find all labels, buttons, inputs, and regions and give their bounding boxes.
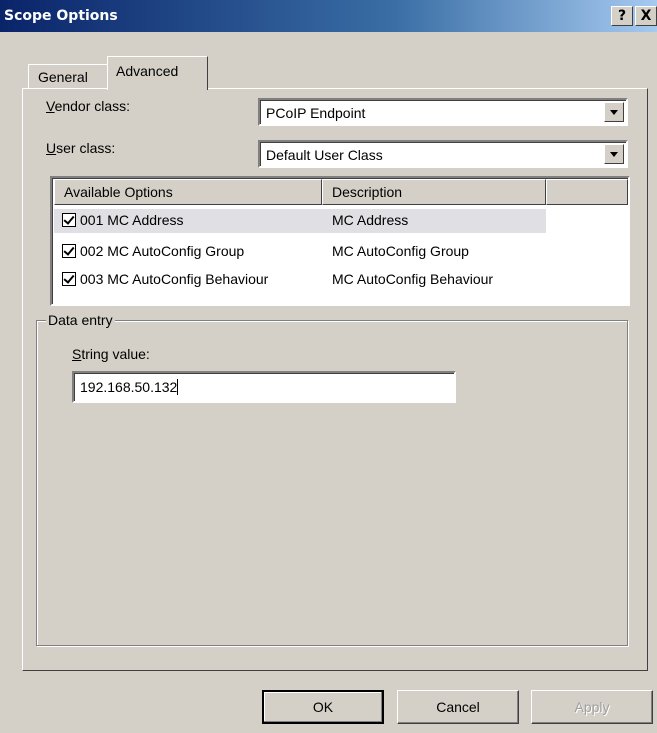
column-header-filler [546, 179, 628, 205]
vendor-class-dropdown-arrow-icon[interactable] [604, 102, 624, 122]
vendor-class-combo[interactable]: PCoIP Endpoint [258, 98, 628, 126]
checkbox-checked-icon[interactable] [62, 213, 76, 227]
string-value-text: 192.168.50.132 [80, 379, 178, 395]
checkbox-checked-icon[interactable] [62, 272, 76, 286]
text-caret [177, 379, 179, 395]
user-class-dropdown-arrow-icon[interactable] [604, 144, 624, 164]
tab-general-label: General [38, 69, 88, 85]
window-title: Scope Options [4, 8, 118, 24]
close-button[interactable]: X [635, 6, 657, 26]
help-button[interactable]: ? [611, 6, 633, 26]
vendor-class-label-text: endor class: [54, 98, 131, 114]
vendor-class-accel: V [46, 98, 55, 114]
ok-button[interactable]: OK [262, 690, 384, 724]
option-name: 002 MC AutoConfig Group [80, 243, 245, 259]
tab-advanced[interactable]: Advanced [107, 56, 208, 90]
user-class-label: User class: [46, 140, 115, 156]
string-value-label: String value: [72, 346, 150, 362]
string-value-accel: S [72, 346, 82, 362]
option-description: MC AutoConfig Group [332, 243, 469, 259]
scope-options-dialog: Scope Options ? X General Advanced Vendo… [0, 0, 657, 733]
available-options-list[interactable]: Available Options Description 001 MC Add… [50, 176, 630, 306]
string-value-input[interactable]: 192.168.50.132 [72, 371, 456, 403]
list-item[interactable]: 002 MC AutoConfig Group MC AutoConfig Gr… [54, 240, 546, 264]
column-header-description[interactable]: Description [322, 179, 546, 205]
data-entry-group-title: Data entry [46, 312, 115, 328]
list-item[interactable]: 003 MC AutoConfig Behaviour MC AutoConfi… [54, 268, 546, 292]
option-name: 001 MC Address [80, 212, 184, 228]
column-header-description-label: Description [332, 184, 403, 200]
checkbox-checked-icon[interactable] [62, 244, 76, 258]
vendor-class-value: PCoIP Endpoint [266, 105, 366, 121]
title-bar[interactable]: Scope Options ? X [0, 0, 657, 32]
tab-advanced-label: Advanced [116, 63, 179, 79]
column-header-available-options[interactable]: Available Options [54, 179, 322, 205]
tab-general[interactable]: General [28, 64, 108, 88]
cancel-button[interactable]: Cancel [397, 690, 519, 724]
option-description: MC AutoConfig Behaviour [332, 271, 494, 287]
data-entry-group [36, 320, 628, 646]
vendor-class-label: Vendor class: [46, 98, 130, 114]
user-class-combo[interactable]: Default User Class [258, 140, 628, 168]
option-description: MC Address [332, 212, 409, 228]
apply-button[interactable]: Apply [531, 690, 653, 724]
string-value-label-text: tring value: [81, 346, 150, 362]
column-header-available-options-label: Available Options [64, 184, 173, 200]
user-class-value: Default User Class [266, 147, 383, 163]
option-name: 003 MC AutoConfig Behaviour [80, 271, 269, 287]
user-class-label-text: ser class: [56, 140, 116, 156]
list-item[interactable]: 001 MC Address MC Address [54, 209, 546, 233]
user-class-accel: U [46, 140, 57, 156]
